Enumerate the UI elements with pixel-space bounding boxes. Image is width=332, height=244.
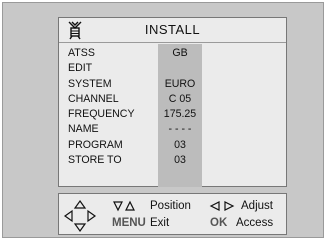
exit-label: Exit xyxy=(150,217,170,229)
row-value: 03 xyxy=(174,154,186,167)
row-label: FREQUENCY xyxy=(68,108,135,121)
position-label: Position xyxy=(150,200,191,212)
row-value: EURO xyxy=(164,77,196,90)
adjust-label: Adjust xyxy=(241,200,273,212)
menu-row-frequency[interactable]: FREQUENCY 175.25 xyxy=(59,107,286,122)
row-value: 175.25 xyxy=(163,108,197,121)
up-down-arrows-icon xyxy=(113,200,135,212)
menu-title-bar: INSTALL xyxy=(59,18,286,43)
menu-row-edit[interactable]: EDIT xyxy=(59,61,286,76)
menu-key-label: MENU xyxy=(112,217,146,229)
menu-row-name[interactable]: NAME - - - - xyxy=(59,122,286,137)
ok-key-label: OK xyxy=(210,217,228,229)
row-label: EDIT xyxy=(68,62,93,75)
row-label: CHANNEL xyxy=(68,92,119,105)
menu-row-atss[interactable]: ATSS GB xyxy=(59,46,286,61)
row-label: SYSTEM xyxy=(68,77,112,90)
menu-rows: ATSS GB EDIT SYSTEM EURO CHANNEL C 05 FR… xyxy=(59,46,286,168)
access-label: Access xyxy=(236,217,274,229)
row-label: NAME xyxy=(68,123,99,136)
row-value: - - - - xyxy=(168,123,192,136)
menu-row-channel[interactable]: CHANNEL C 05 xyxy=(59,92,286,107)
row-label: STORE TO xyxy=(68,154,122,167)
help-bar: Position Adjust MENU Exit OK Access xyxy=(58,193,287,235)
row-value: GB xyxy=(172,47,188,59)
menu-row-store-to[interactable]: STORE TO 03 xyxy=(59,153,286,168)
row-value: C 05 xyxy=(168,92,192,105)
row-value: 03 xyxy=(174,138,186,151)
row-label: ATSS xyxy=(68,47,95,59)
osd-screen: INSTALL ATSS GB EDIT SYSTEM EURO CHANNEL… xyxy=(2,2,324,238)
menu-row-system[interactable]: SYSTEM EURO xyxy=(59,77,286,92)
dpad-icon xyxy=(63,199,97,233)
menu-row-program[interactable]: PROGRAM 03 xyxy=(59,138,286,153)
row-label: PROGRAM xyxy=(68,138,123,151)
menu-title: INSTALL xyxy=(144,22,201,37)
left-right-arrows-icon xyxy=(209,201,235,211)
install-menu-panel: INSTALL ATSS GB EDIT SYSTEM EURO CHANNEL… xyxy=(58,17,287,187)
